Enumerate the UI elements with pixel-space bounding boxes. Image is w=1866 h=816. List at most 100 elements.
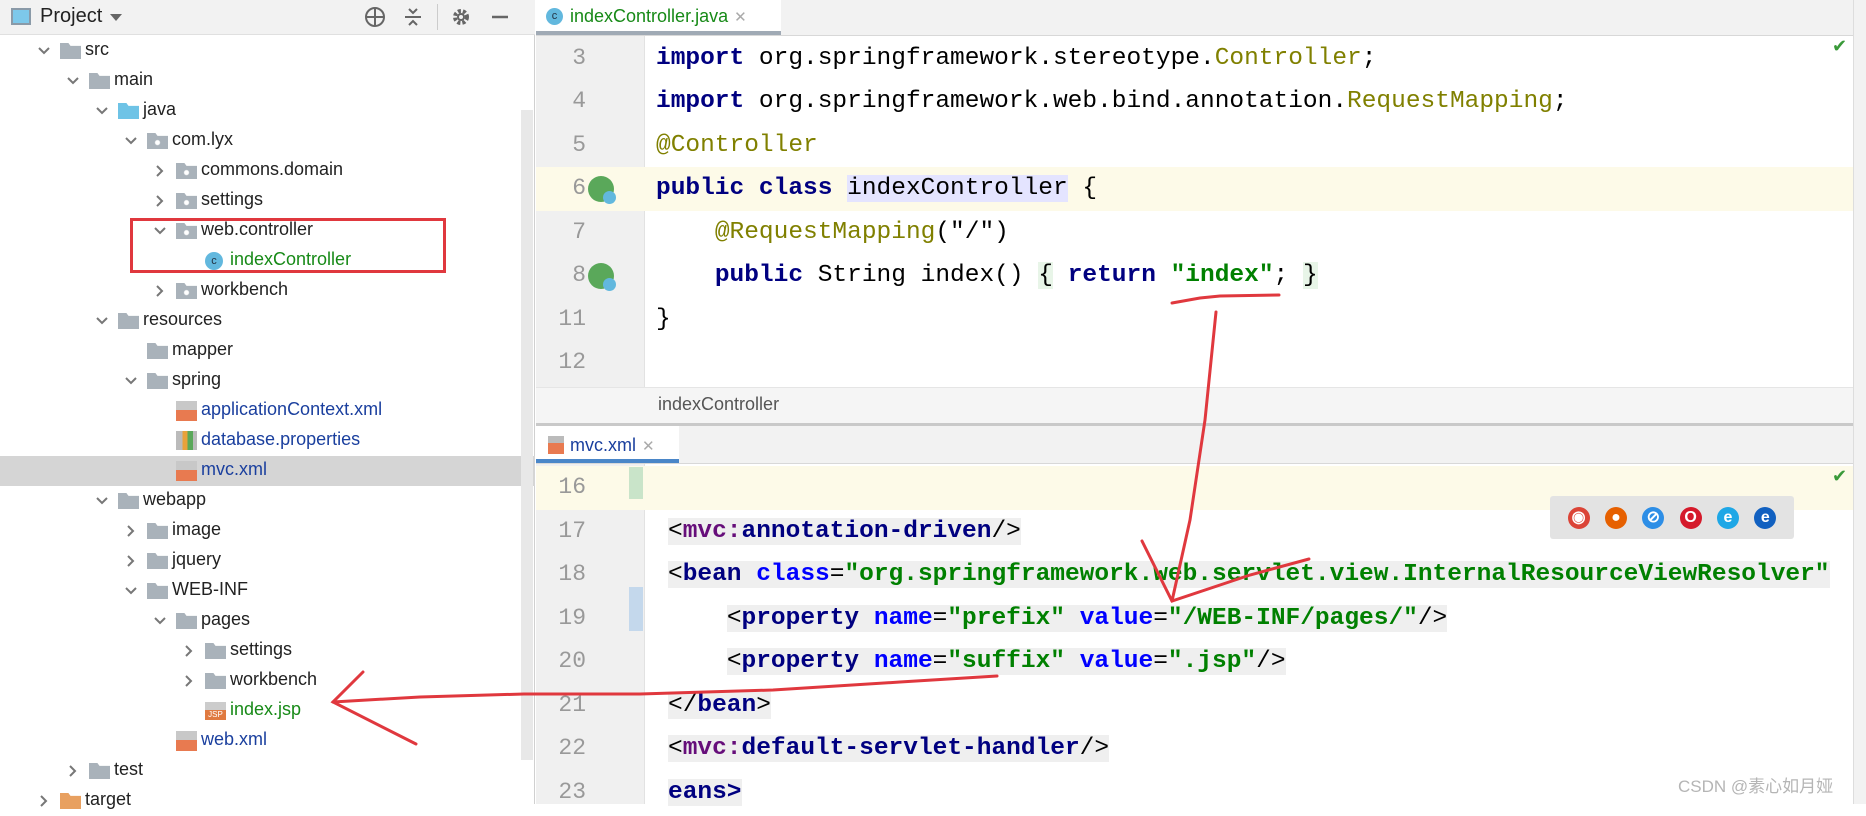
ie-icon[interactable]: e (1716, 506, 1739, 529)
code-line[interactable]: import org.springframework.web.bind.anno… (656, 80, 1568, 124)
chevron-down-icon[interactable] (95, 314, 109, 328)
breadcrumb[interactable]: indexController (536, 387, 1853, 423)
tree-item[interactable]: workbench (0, 276, 535, 306)
chevron-down-icon[interactable] (153, 614, 167, 628)
locate-icon[interactable] (364, 6, 386, 28)
tree-item[interactable]: spring (0, 366, 535, 396)
chevron-down-icon[interactable] (124, 584, 138, 598)
line-number: 7 (572, 218, 586, 245)
code-token: ("/") (935, 218, 1009, 246)
tree-item-label: com.lyx (172, 129, 234, 149)
code-line[interactable]: </bean> (668, 684, 771, 728)
tree-item[interactable]: settings (0, 636, 535, 666)
code-token: @RequestMapping (714, 218, 936, 246)
tree-item[interactable]: image (0, 516, 535, 546)
tree-item[interactable]: target (0, 786, 535, 816)
tab-indexcontroller-java[interactable]: c indexController.java ✕ (536, 0, 781, 35)
editor-tabs-top: c indexController.java ✕ (536, 0, 1853, 36)
chevron-right-icon[interactable] (66, 764, 80, 778)
chevron-right-icon[interactable] (153, 194, 167, 208)
code-line[interactable]: public class indexController { (656, 167, 1097, 211)
tree-item[interactable]: mapper (0, 336, 535, 366)
spring-bean-gutter-icon[interactable] (588, 176, 616, 204)
tree-item[interactable]: JSP index.jsp (0, 696, 535, 726)
code-token: </ (668, 691, 698, 719)
tree-item-label: applicationContext.xml (201, 399, 383, 419)
project-view-selector[interactable]: Project (40, 5, 102, 28)
chevron-right-icon[interactable] (182, 674, 196, 688)
chevron-right-icon[interactable] (182, 644, 196, 658)
code-token: public class (656, 175, 833, 202)
right-tool-strip[interactable] (1853, 0, 1866, 804)
tree-item[interactable]: web.xml (0, 726, 535, 756)
code-line[interactable]: <mvc:default-servlet-handler/> (668, 727, 1110, 771)
tree-item[interactable]: database.properties (0, 426, 535, 456)
tree-item[interactable]: com.lyx (0, 126, 535, 156)
tree-scrollbar[interactable] (521, 110, 533, 760)
tree-item[interactable]: jquery (0, 546, 535, 576)
line-number: 12 (558, 349, 586, 375)
tree-item[interactable]: resources (0, 306, 535, 336)
tree-item-label: commons.domain (201, 159, 344, 179)
tree-item[interactable]: mvc.xml (0, 456, 535, 486)
tree-item[interactable]: workbench (0, 666, 535, 696)
tree-item[interactable]: main (0, 66, 535, 96)
code-line[interactable]: <property name="suffix" value=".jsp"/> (668, 640, 1286, 684)
code-line[interactable]: } (656, 298, 671, 342)
opera-icon[interactable]: O (1679, 506, 1702, 529)
tree-item[interactable]: pages (0, 606, 535, 636)
tree-item-label: main (114, 69, 154, 89)
code-line[interactable]: <property name="prefix" value="/WEB-INF/… (668, 597, 1448, 641)
tab-mvc-xml[interactable]: mvc.xml ✕ (536, 426, 679, 463)
code-line[interactable]: <mvc:annotation-driven/> (668, 510, 1021, 554)
divider (437, 4, 438, 30)
edge-icon[interactable]: e (1754, 506, 1777, 529)
code-token: = (1153, 604, 1168, 632)
close-tab-icon[interactable]: ✕ (734, 9, 747, 26)
tree-item-label: spring (172, 369, 222, 389)
code-line[interactable]: import org.springframework.stereotype.Co… (656, 37, 1376, 81)
chevron-down-icon[interactable] (95, 104, 109, 118)
folder-icon (89, 763, 110, 779)
code-token: "index" (1170, 262, 1274, 289)
chevron-right-icon[interactable] (153, 164, 167, 178)
dropdown-icon[interactable] (110, 14, 122, 21)
spring-mapping-gutter-icon[interactable] (588, 263, 616, 291)
safari-icon[interactable]: ⊘ (1642, 506, 1665, 529)
tree-item[interactable]: WEB-INF (0, 576, 535, 606)
chevron-down-icon[interactable] (66, 74, 80, 88)
gear-icon[interactable] (450, 6, 472, 28)
code-line[interactable]: @Controller (656, 124, 818, 168)
code-token: RequestMapping (1347, 88, 1553, 115)
line-number: 11 (558, 305, 586, 332)
minimize-icon[interactable] (489, 6, 511, 28)
chevron-right-icon[interactable] (153, 284, 167, 298)
code-token: class (756, 561, 830, 588)
chevron-right-icon[interactable] (37, 794, 51, 808)
chevron-down-icon[interactable] (95, 494, 109, 508)
chevron-down-icon[interactable] (37, 44, 51, 58)
chrome-icon[interactable]: ◉ (1567, 506, 1590, 529)
code-line[interactable]: @RequestMapping("/") (656, 211, 1009, 255)
chevron-down-icon[interactable] (124, 374, 138, 388)
tree-item[interactable]: src (0, 36, 535, 66)
tree-item[interactable]: settings (0, 186, 535, 216)
chevron-down-icon[interactable] (124, 134, 138, 148)
close-tab-icon[interactable]: ✕ (642, 438, 655, 455)
tree-item[interactable]: commons.domain (0, 156, 535, 186)
tree-item[interactable]: java (0, 96, 535, 126)
code-line[interactable]: eans> (668, 771, 742, 815)
code-token: indexController (847, 175, 1068, 202)
tree-item[interactable]: applicationContext.xml (0, 396, 535, 426)
breadcrumb-item[interactable]: indexController (658, 394, 779, 414)
chevron-right-icon[interactable] (124, 554, 138, 568)
chevron-right-icon[interactable] (124, 524, 138, 538)
firefox-icon[interactable]: ● (1604, 506, 1627, 529)
collapse-all-icon[interactable] (402, 6, 424, 28)
spring-xml-icon (176, 401, 197, 421)
tree-item[interactable]: test (0, 756, 535, 786)
code-line[interactable]: public String index() { return "index"; … (656, 254, 1318, 298)
tree-item[interactable]: webapp (0, 486, 535, 516)
code-line[interactable]: <bean class="org.springframework.web.ser… (668, 553, 1830, 597)
